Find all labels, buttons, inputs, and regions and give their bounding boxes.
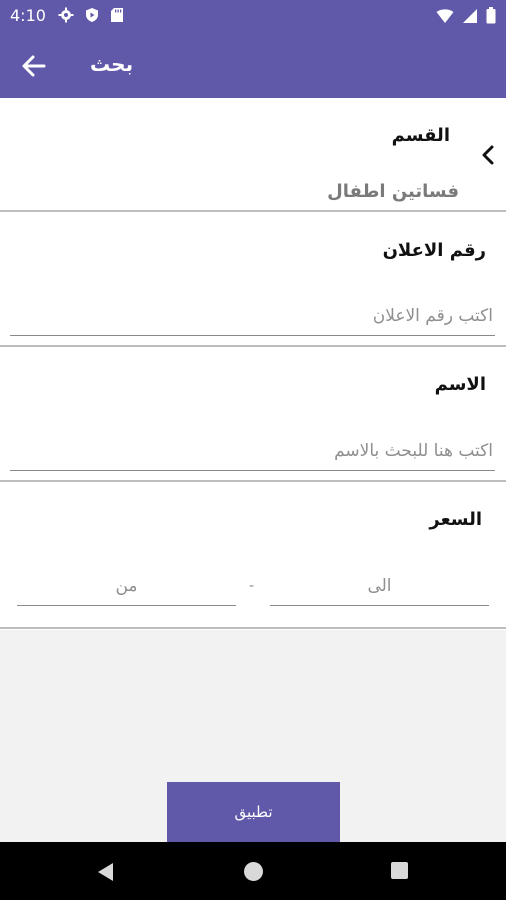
signal-icon	[463, 8, 477, 23]
sd-card-icon	[111, 8, 123, 22]
nav-bar	[0, 842, 506, 900]
settings-icon	[58, 7, 74, 23]
name-search-input[interactable]	[10, 437, 495, 471]
price-separator: -	[249, 578, 255, 594]
page-title: بحث	[90, 52, 134, 76]
category-value[interactable]: فساتين اطفال	[327, 181, 459, 202]
app-bar: بحث	[0, 32, 506, 98]
nav-recents-icon[interactable]	[391, 862, 408, 879]
apply-button[interactable]: تطبيق	[167, 782, 340, 842]
search-form	[0, 98, 506, 630]
battery-icon	[486, 7, 496, 24]
ad-number-label: رقم الاعلان	[382, 240, 486, 261]
ad-number-input[interactable]	[10, 302, 495, 336]
status-time: 4:10	[10, 6, 46, 25]
status-bar: 4:10	[0, 0, 506, 32]
wifi-icon	[436, 8, 454, 23]
price-label: السعر	[429, 509, 482, 530]
arrow-back-icon[interactable]	[20, 52, 48, 80]
divider	[0, 210, 506, 212]
nav-back-icon[interactable]	[97, 862, 115, 882]
shield-icon	[86, 8, 98, 22]
divider	[0, 345, 506, 347]
chevron-left-icon[interactable]	[480, 145, 496, 165]
nav-home-icon[interactable]	[244, 862, 263, 881]
name-label: الاسم	[434, 374, 486, 395]
status-icons-right	[436, 7, 496, 24]
price-to-input[interactable]	[270, 572, 489, 606]
status-icons-left	[58, 7, 124, 23]
category-label: القسم	[391, 125, 450, 146]
divider	[0, 480, 506, 482]
price-from-input[interactable]	[17, 572, 236, 606]
divider	[0, 627, 506, 629]
